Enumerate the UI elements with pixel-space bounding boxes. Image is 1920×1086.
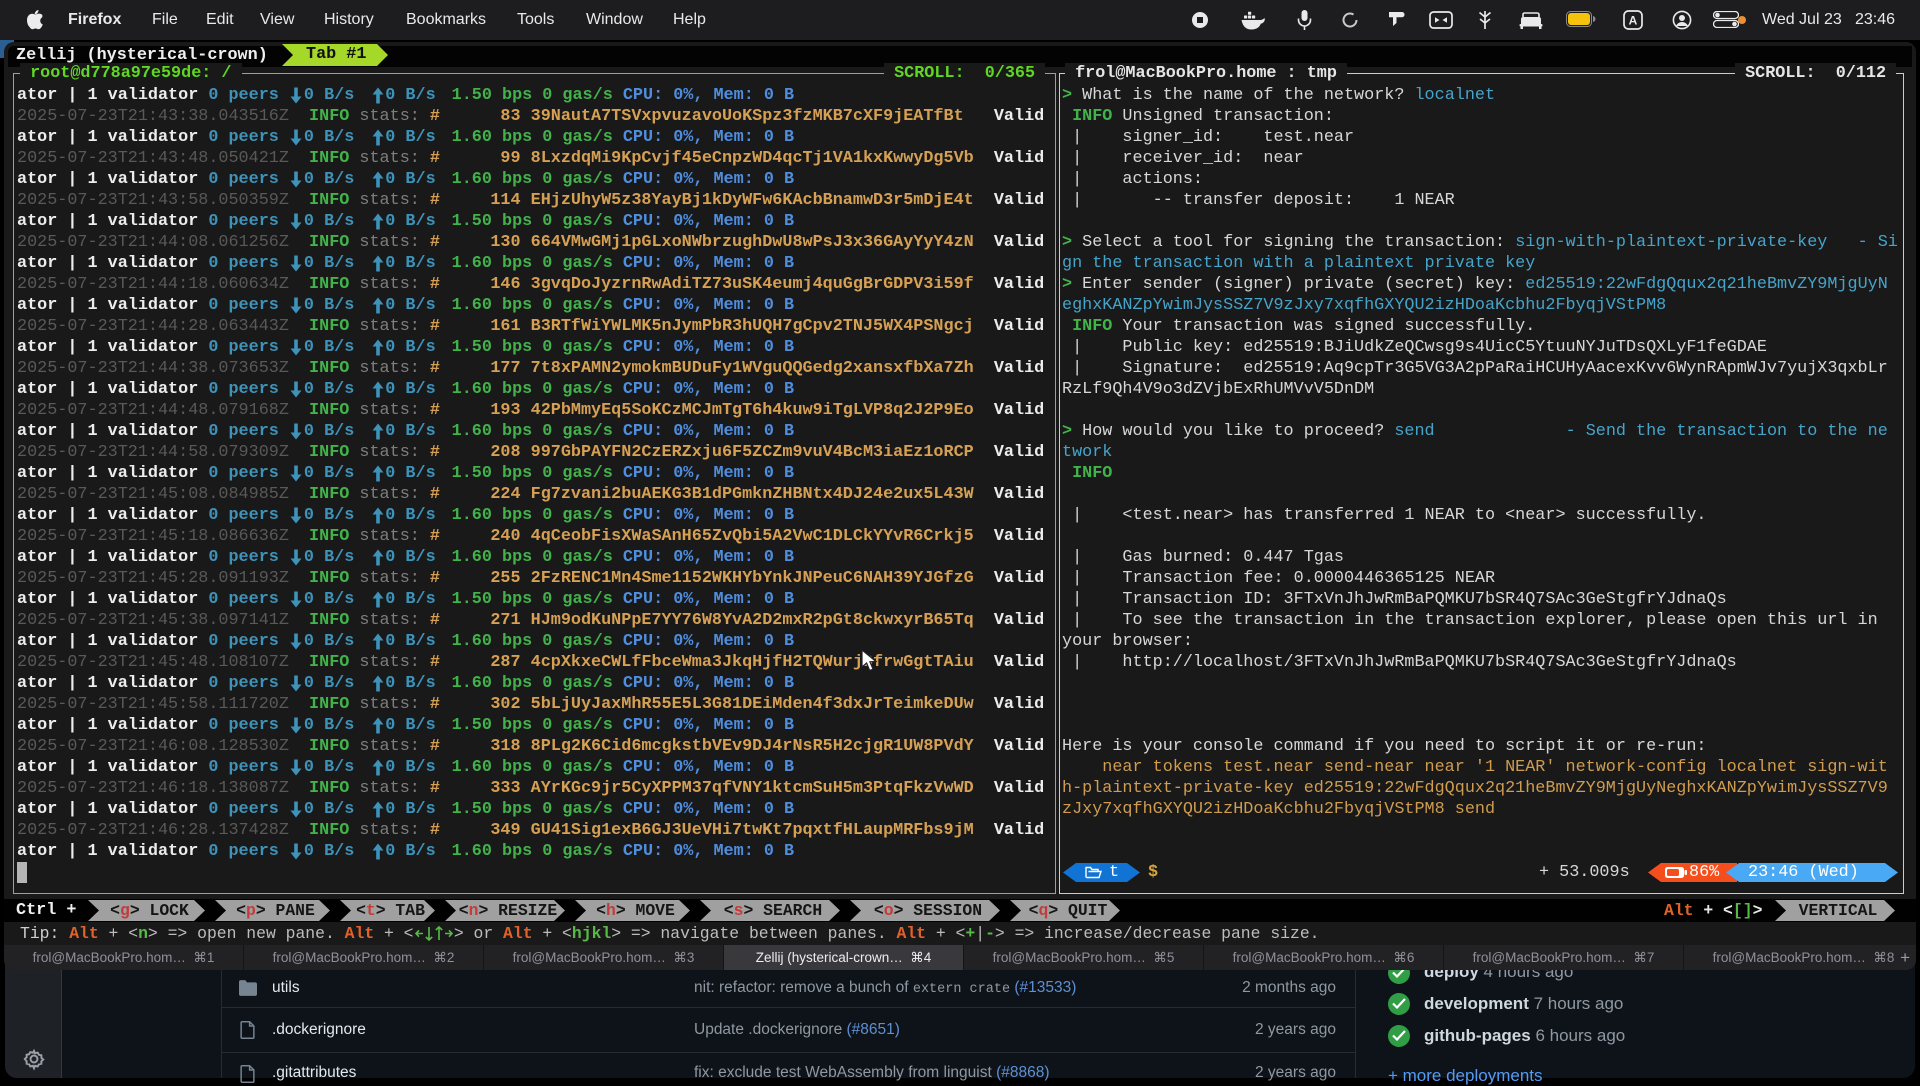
svg-text:A: A [1629, 14, 1638, 28]
